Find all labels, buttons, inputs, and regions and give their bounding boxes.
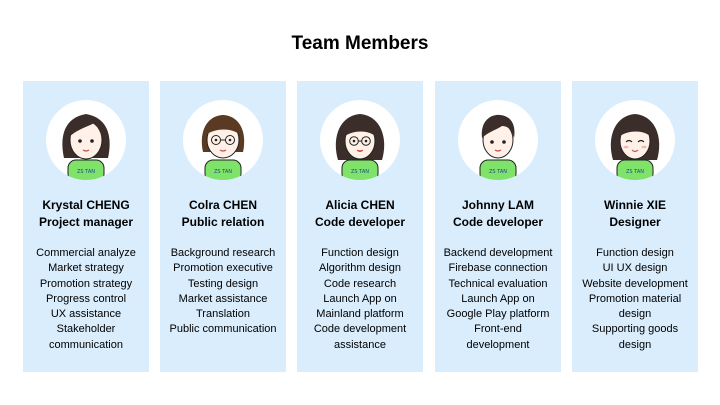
duty-item: design [618,308,652,321]
member-role: Project manager [38,215,134,229]
duty-item: Promotion strategy [39,277,133,290]
member-name: Krystal CHENG [42,198,130,212]
duty-item: Progress control [45,292,127,305]
member-card-winnie: ZS TAN Winnie XIE Designer Function desi… [572,81,698,372]
member-name: Alicia CHEN [325,198,395,212]
duty-item: Commercial analyze [36,247,136,259]
member-role: Public relation [181,215,265,229]
girl-glasses-brown-hair-avatar: ZS TAN [183,100,263,180]
duty-item: Testing design [187,277,259,290]
duty-item: communication [49,338,123,351]
duty-item: Function design [596,247,674,259]
shirt-label: ZS TAN [489,169,507,175]
member-card-colra: ZS TAN Colra CHEN Public relation Backgr… [160,81,286,372]
duty-item: development [466,338,530,351]
duty-item: Market assistance [178,292,268,305]
duty-list: Function design UI UX design Website dev… [574,246,696,353]
duty-item: Stakeholder [56,323,116,336]
member-card-alicia: ZS TAN Alicia CHEN Code developer Functi… [297,81,423,372]
duty-list: Commercial analyze Market strategy Promo… [25,246,147,353]
member-role: Code developer [314,215,406,229]
duty-list: Backend development Firebase connection … [437,246,559,353]
shirt-label: ZS TAN [214,169,232,175]
member-card-krystal: ZS TAN Krystal CHENG Project manager Com… [23,81,149,372]
duty-item: Technical evaluation [448,277,548,290]
duty-item: Website development [582,277,688,290]
duty-item: Translation [195,308,250,321]
girl-glasses-long-hair-avatar: ZS TAN [320,100,400,180]
member-name: Johnny LAM [462,198,534,212]
duty-item: Mainland platform [316,308,404,321]
duty-item: Firebase connection [448,262,548,275]
duty-item: Backend development [443,247,553,259]
duty-item: Code development [313,323,407,336]
duty-item: Promotion executive [173,262,273,275]
duty-list: Background research Promotion executive … [162,246,284,338]
team-cards: ZS TAN Krystal CHENG Project manager Com… [0,0,720,405]
member-card-johnny: ZS TAN Johnny LAM Code developer Backend… [435,81,561,372]
girl-smiling-avatar: ZS TAN [595,100,675,180]
duty-item: design [618,338,652,351]
duty-list: Function design Algorithm design Code re… [299,246,421,353]
duty-item: Front-end [474,323,522,336]
duty-item: Promotion material [588,292,682,305]
duty-item: Launch App on [461,292,535,305]
duty-item: UX assistance [50,308,122,321]
shirt-label: ZS TAN [626,169,644,175]
duty-item: Algorithm design [319,262,401,275]
duty-item: UI UX design [602,262,668,275]
duty-item: Market strategy [48,262,124,275]
duty-item: Supporting goods [591,323,679,336]
girl-long-hair-avatar: ZS TAN [46,100,126,180]
member-name: Winnie XIE [604,198,666,212]
duty-item: Code research [323,277,397,290]
shirt-label: ZS TAN [77,169,95,175]
duty-item: Function design [321,247,399,259]
duty-item: Background research [170,247,276,259]
duty-item: Launch App on [323,292,397,305]
boy-short-hair-avatar: ZS TAN [458,100,538,180]
duty-item: assistance [334,338,386,351]
member-role: Code developer [452,215,544,229]
duty-item: Public communication [169,323,277,336]
shirt-label: ZS TAN [351,169,369,175]
member-name: Colra CHEN [188,198,257,212]
duty-item: Google Play platform [446,308,550,321]
member-role: Designer [609,215,661,229]
